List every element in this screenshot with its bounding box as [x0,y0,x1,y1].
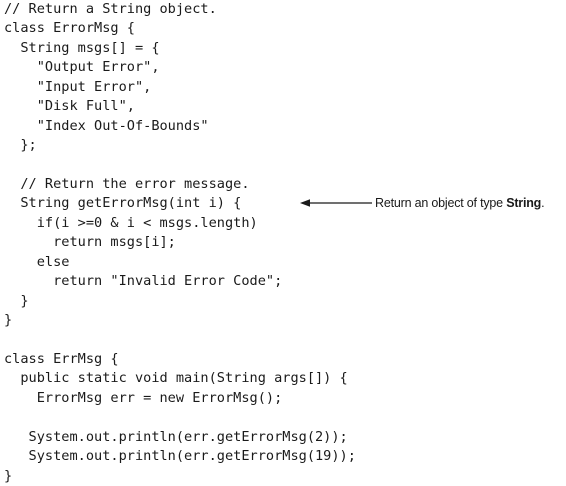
code-line-19: class ErrMsg { [4,350,119,367]
code-line-1: // Return a String object. [4,1,217,17]
code-listing: // Return a String object. class ErrorMsg… [4,0,356,486]
code-line-2: class ErrorMsg { [4,20,135,37]
code-line-4: "Output Error", [4,59,160,76]
code-line-14: else [4,253,70,270]
code-line-17: } [4,312,13,328]
code-line-24: System.out.println(err.getErrorMsg(19)); [4,448,356,465]
code-line-6: "Disk Full", [4,98,135,115]
left-arrow-icon [300,199,372,207]
code-line-5: "Input Error", [4,78,152,95]
code-line-10: // Return the error message. [4,175,250,192]
code-line-12: if(i >=0 & i < msgs.length) [4,214,258,231]
code-line-15: return "Invalid Error Code"; [4,273,283,290]
callout-prefix: Return an object of type [375,196,507,210]
code-line-3: String msgs[] = { [4,39,160,56]
return-type-callout: Return an object of type String. [300,195,545,211]
callout-text: Return an object of type String. [375,196,545,210]
code-line-21: ErrorMsg err = new ErrorMsg(); [4,389,283,406]
code-line-7: "Index Out-Of-Bounds" [4,117,209,134]
callout-emphasis: String [506,196,542,210]
code-line-20: public static void main(String args[]) { [4,370,348,387]
code-line-8: }; [4,137,37,154]
code-line-23: System.out.println(err.getErrorMsg(2)); [4,428,348,445]
code-line-16: } [4,292,29,309]
code-line-25: } [4,467,13,484]
code-line-13: return msgs[i]; [4,234,176,251]
callout-suffix: . [541,196,545,210]
